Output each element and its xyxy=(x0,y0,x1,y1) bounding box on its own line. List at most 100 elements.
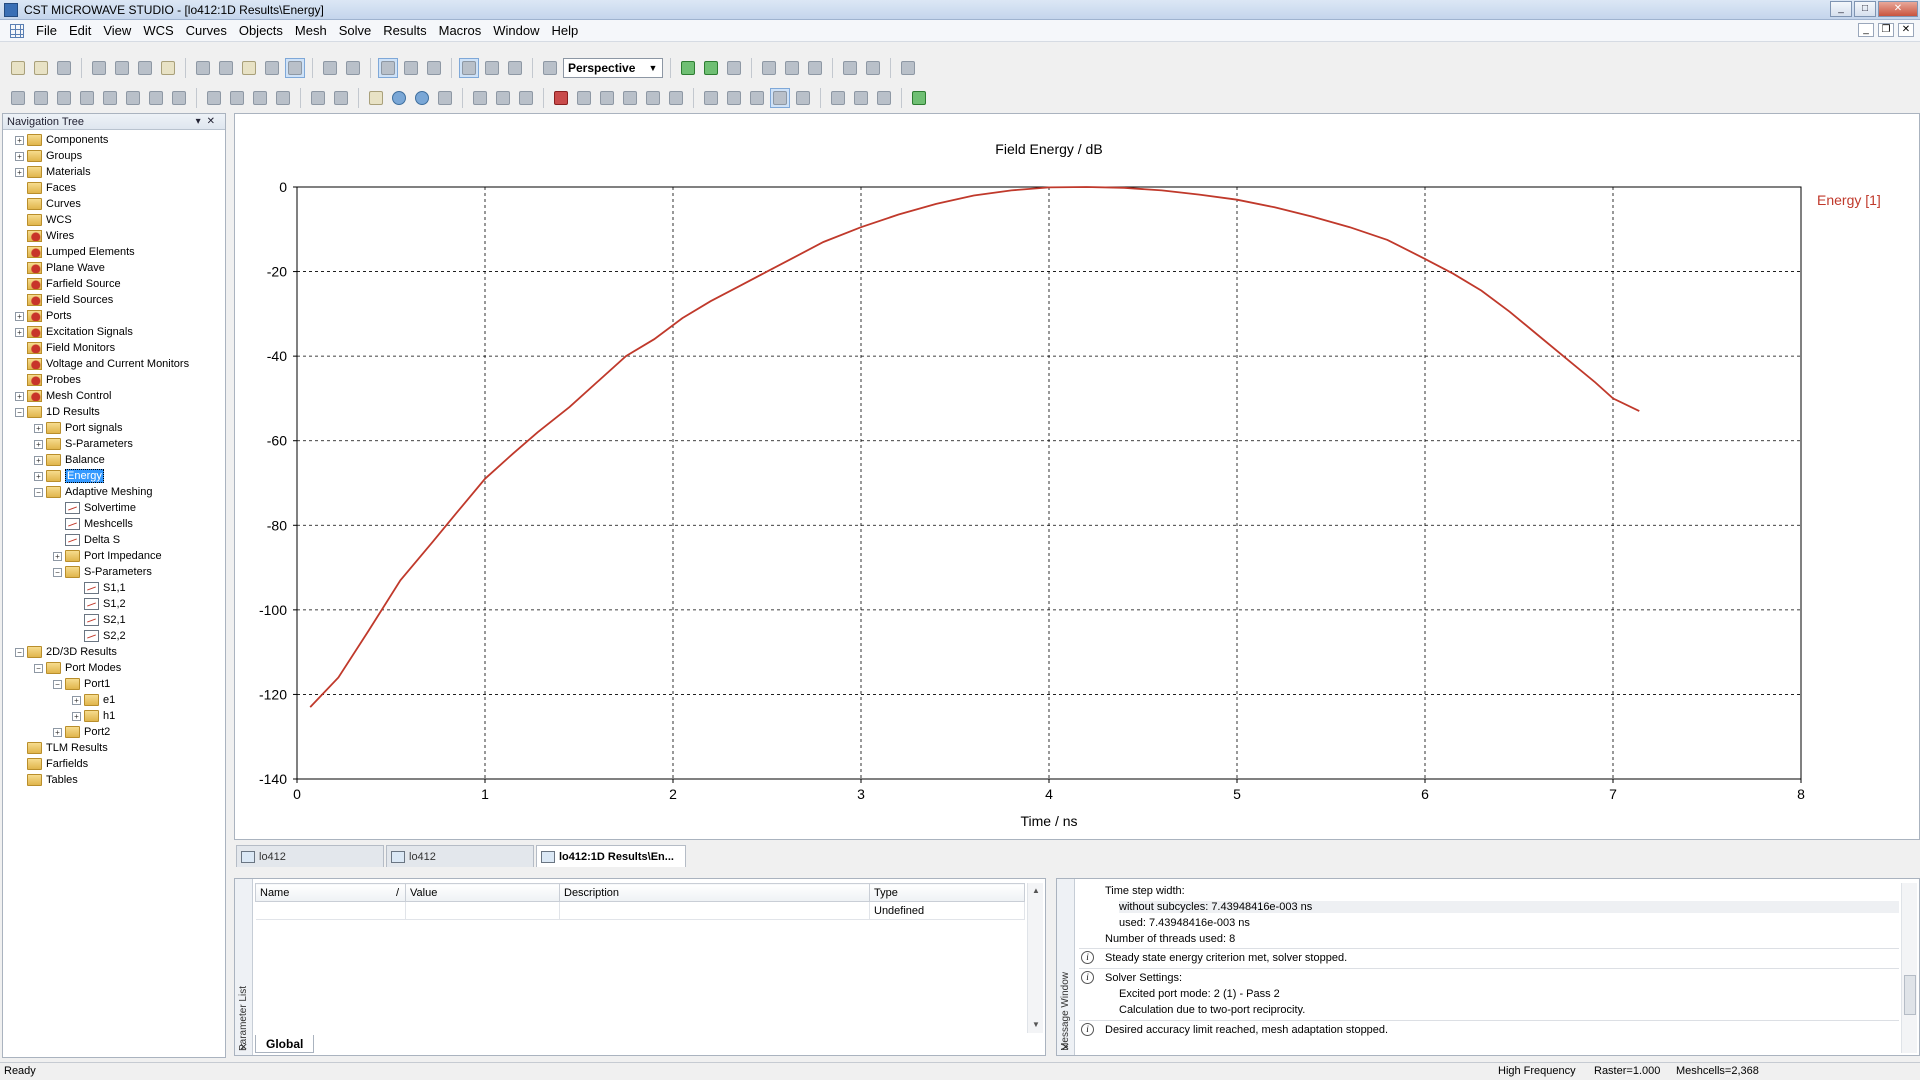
menu-mesh[interactable]: Mesh xyxy=(289,20,333,42)
maximize-icon[interactable]: □ xyxy=(1854,1,1876,17)
tree-item[interactable]: Field Sources xyxy=(15,292,113,308)
collapse-icon[interactable]: − xyxy=(15,647,24,657)
menu-solve[interactable]: Solve xyxy=(333,20,378,42)
tree-item[interactable]: S2,2 xyxy=(72,628,126,644)
menu-wcs[interactable]: WCS xyxy=(137,20,179,42)
bounding-box-icon[interactable] xyxy=(782,58,802,78)
close-icon[interactable]: ✕ xyxy=(1878,1,1918,17)
integral-solver-icon[interactable] xyxy=(620,88,640,108)
menu-help[interactable]: Help xyxy=(545,20,584,42)
expand-icon[interactable]: + xyxy=(34,439,43,449)
expand-icon[interactable]: + xyxy=(53,727,62,737)
expand-icon[interactable]: + xyxy=(34,455,43,465)
tree-item[interactable]: Farfields xyxy=(15,756,88,772)
tree-item[interactable]: Solvertime xyxy=(53,500,136,516)
doc-tab-lo412-schematic[interactable]: lo412 xyxy=(386,845,534,867)
copy-icon[interactable] xyxy=(135,58,155,78)
minimize-icon[interactable]: _ xyxy=(1830,1,1852,17)
tree-item[interactable]: + Materials xyxy=(15,164,91,180)
waveguide-port-icon[interactable] xyxy=(412,88,432,108)
mesh-properties-icon[interactable] xyxy=(724,58,744,78)
sphere-icon[interactable] xyxy=(31,88,51,108)
tree-item[interactable]: − Adaptive Meshing xyxy=(34,484,152,500)
menu-curves[interactable]: Curves xyxy=(180,20,233,42)
expand-icon[interactable]: + xyxy=(53,551,62,561)
menu-macros[interactable]: Macros xyxy=(433,20,488,42)
tree-item[interactable]: + Port signals xyxy=(34,420,122,436)
column-header-description[interactable]: Description xyxy=(559,883,870,902)
result-1d-icon[interactable] xyxy=(701,88,721,108)
tree-item[interactable]: − S-Parameters xyxy=(53,564,152,580)
tree-item[interactable]: Curves xyxy=(15,196,81,212)
boolean-insert-icon[interactable] xyxy=(273,88,293,108)
help-icon[interactable] xyxy=(898,58,918,78)
doc-tab-1d-results-energy[interactable]: lo412:1D Results\En... xyxy=(536,845,686,867)
tree-item[interactable]: WCS xyxy=(15,212,72,228)
new-file-icon[interactable] xyxy=(8,58,28,78)
tree-item[interactable]: + Excitation Signals xyxy=(15,324,133,340)
tree-item[interactable]: S1,1 xyxy=(72,580,126,596)
loft-icon[interactable] xyxy=(169,88,189,108)
torus-icon[interactable] xyxy=(100,88,120,108)
expand-icon[interactable]: + xyxy=(15,135,24,145)
tree-item[interactable]: + Ports xyxy=(15,308,72,324)
tree-item[interactable]: + Port2 xyxy=(53,724,110,740)
material-icon[interactable] xyxy=(470,88,490,108)
menu-window[interactable]: Window xyxy=(487,20,545,42)
collapse-icon[interactable]: − xyxy=(15,407,24,417)
animate-icon[interactable] xyxy=(874,88,894,108)
zoom-window-icon[interactable] xyxy=(285,58,305,78)
result-2d-icon[interactable] xyxy=(724,88,744,108)
parameter-scrollbar[interactable]: ▲ ▼ xyxy=(1027,883,1043,1033)
boundary-icon[interactable] xyxy=(493,88,513,108)
tree-item[interactable]: + Balance xyxy=(34,452,105,468)
tree-item[interactable]: Delta S xyxy=(53,532,120,548)
paste-icon[interactable] xyxy=(158,58,178,78)
result-3d-icon[interactable] xyxy=(747,88,767,108)
grid-icon[interactable] xyxy=(401,58,421,78)
brick-icon[interactable] xyxy=(8,88,28,108)
mesh-view-icon[interactable] xyxy=(678,58,698,78)
boolean-subtract-icon[interactable] xyxy=(227,88,247,108)
param-name-cell[interactable] xyxy=(255,901,406,920)
expand-icon[interactable]: + xyxy=(15,167,24,177)
transient-solver-icon[interactable] xyxy=(551,88,571,108)
zoom-fit-icon[interactable] xyxy=(343,58,363,78)
mdi-minimize-icon[interactable]: _ xyxy=(1858,23,1874,37)
panel-pin-close-icon[interactable]: ▾✕ xyxy=(196,114,221,130)
expand-icon[interactable]: + xyxy=(15,311,24,321)
expand-icon[interactable]: + xyxy=(15,391,24,401)
mdi-close-icon[interactable]: ✕ xyxy=(1898,23,1914,37)
tree-item[interactable]: Lumped Elements xyxy=(15,244,135,260)
result-table-icon[interactable] xyxy=(770,88,790,108)
transform-icon[interactable] xyxy=(308,88,328,108)
menu-view[interactable]: View xyxy=(97,20,137,42)
expand-icon[interactable]: + xyxy=(72,711,81,721)
measure-icon[interactable] xyxy=(759,58,779,78)
projection-icon[interactable] xyxy=(540,58,560,78)
frequency-solver-icon[interactable] xyxy=(574,88,594,108)
probe-icon[interactable] xyxy=(863,58,883,78)
scroll-thumb[interactable] xyxy=(1904,975,1916,1015)
scroll-up-icon[interactable]: ▲ xyxy=(1028,883,1044,899)
tree-item[interactable]: + Components xyxy=(15,132,108,148)
tree-item[interactable]: + S-Parameters xyxy=(34,436,133,452)
pick-icon[interactable] xyxy=(378,58,398,78)
tree-item[interactable]: − Port1 xyxy=(53,676,110,692)
tree-item[interactable]: Faces xyxy=(15,180,76,196)
draw-icon[interactable] xyxy=(505,58,525,78)
tree-item[interactable]: − 2D/3D Results xyxy=(15,644,117,660)
tree-item[interactable]: + e1 xyxy=(72,692,115,708)
tree-item[interactable]: Wires xyxy=(15,228,74,244)
tree-item[interactable]: TLM Results xyxy=(15,740,108,756)
cone-icon[interactable] xyxy=(54,88,74,108)
cut-plane-icon[interactable] xyxy=(840,58,860,78)
wireframe-icon[interactable] xyxy=(459,58,479,78)
message-scrollbar[interactable] xyxy=(1901,883,1917,1053)
app-menu-icon[interactable] xyxy=(10,23,24,38)
smith-chart-icon[interactable] xyxy=(828,88,848,108)
export-icon[interactable] xyxy=(805,58,825,78)
menu-file[interactable]: File xyxy=(30,20,63,42)
table-row[interactable]: Undefined xyxy=(255,901,1025,920)
tree-item[interactable]: + h1 xyxy=(72,708,115,724)
